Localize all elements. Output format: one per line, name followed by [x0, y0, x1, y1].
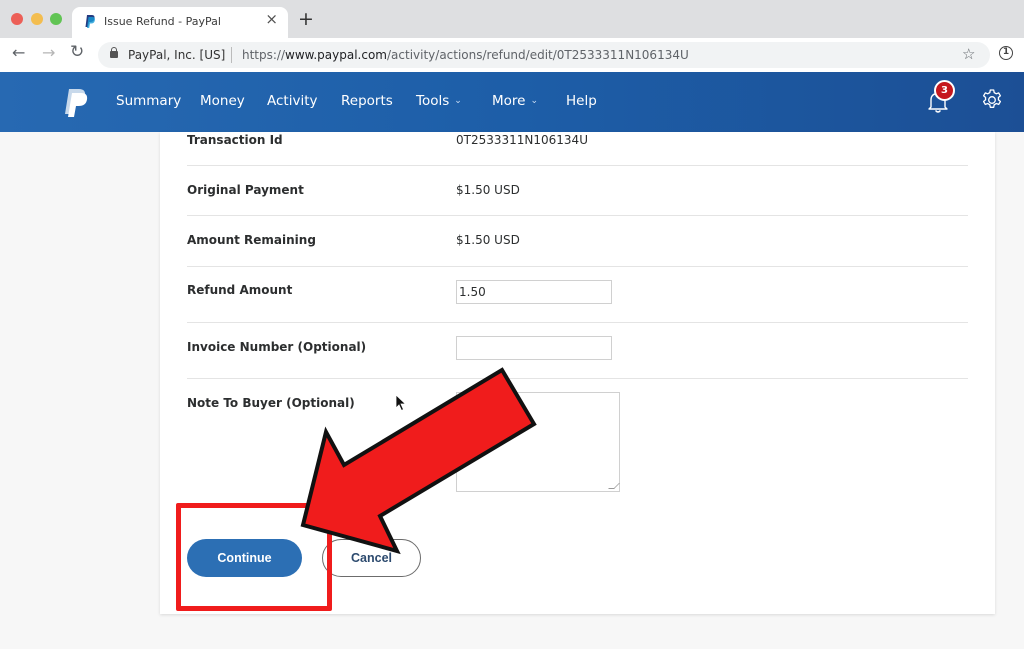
address-separator — [231, 47, 232, 63]
invoice-number-label: Invoice Number (Optional) — [187, 340, 367, 354]
extension-icon[interactable]: 1 — [999, 46, 1013, 60]
url-text: https://www.paypal.com/activity/actions/… — [242, 48, 689, 62]
window-maximize-button[interactable] — [50, 13, 62, 25]
nav-help-label: Help — [566, 93, 597, 109]
nav-money[interactable]: Money — [200, 93, 245, 109]
url-prefix: https:// — [242, 48, 286, 62]
browser-tab-active[interactable]: Issue Refund - PayPal × — [72, 7, 288, 38]
lock-icon — [110, 47, 118, 58]
amount-remaining-value: $1.50 USD — [456, 233, 520, 247]
nav-summary-label: Summary — [116, 93, 182, 109]
paypal-favicon-icon — [85, 15, 95, 28]
browser-tab-bar: Issue Refund - PayPal × + — [0, 0, 1024, 38]
paypal-header: Summary Money Activity Reports Tools ⌄ Mo… — [0, 72, 1024, 132]
nav-help[interactable]: Help — [566, 93, 597, 109]
tab-title: Issue Refund - PayPal — [104, 15, 221, 28]
nav-summary[interactable]: Summary — [116, 93, 181, 109]
nav-tools-label: Tools — [416, 93, 450, 109]
original-payment-row: Original Payment $1.50 USD — [187, 166, 968, 216]
invoice-number-input[interactable] — [456, 336, 612, 360]
refund-amount-input[interactable] — [456, 280, 612, 304]
nav-activity-label: Activity — [267, 93, 318, 109]
continue-button[interactable]: Continue — [187, 539, 302, 577]
note-to-buyer-textarea[interactable] — [456, 392, 620, 492]
bookmark-star-icon[interactable]: ☆ — [962, 45, 975, 63]
reload-icon[interactable]: ↻ — [70, 44, 84, 61]
url-path: /activity/actions/refund/edit/0T2533311N… — [387, 48, 689, 62]
resize-grip-icon[interactable] — [608, 483, 620, 489]
window-minimize-button[interactable] — [31, 13, 43, 25]
tab-close-icon[interactable]: × — [265, 12, 278, 27]
chevron-down-icon: ⌄ — [530, 96, 539, 106]
amount-remaining-label: Amount Remaining — [187, 233, 316, 247]
back-arrow-icon[interactable]: ← — [12, 45, 25, 61]
nav-more-label: More — [492, 93, 526, 109]
site-identity: PayPal, Inc. [US] — [128, 48, 226, 62]
window-close-button[interactable] — [11, 13, 23, 25]
original-payment-value: $1.50 USD — [456, 183, 520, 197]
transaction-id-value: 0T2533311N106134U — [456, 133, 588, 147]
nav-more[interactable]: More ⌄ — [492, 93, 538, 109]
nav-money-label: Money — [200, 93, 245, 109]
refund-amount-label: Refund Amount — [187, 283, 293, 297]
url-host: www.paypal.com — [285, 48, 387, 62]
nav-reports[interactable]: Reports — [341, 93, 393, 109]
amount-remaining-row: Amount Remaining $1.50 USD — [187, 216, 968, 267]
invoice-number-row: Invoice Number (Optional) — [187, 323, 968, 379]
browser-toolbar: ← → ↻ PayPal, Inc. [US] https://www.payp… — [0, 38, 1024, 72]
refund-form-card: Transaction Id 0T2533311N106134U Origina… — [160, 132, 995, 614]
original-payment-label: Original Payment — [187, 183, 304, 197]
chevron-down-icon: ⌄ — [454, 96, 462, 106]
settings-gear-icon[interactable] — [980, 88, 1004, 112]
nav-activity[interactable]: Activity — [267, 93, 318, 109]
mouse-cursor-icon — [395, 394, 407, 412]
cancel-button[interactable]: Cancel — [322, 539, 421, 577]
nav-reports-label: Reports — [341, 93, 393, 109]
refund-amount-row: Refund Amount — [187, 267, 968, 323]
new-tab-icon[interactable]: + — [298, 10, 314, 29]
forward-arrow-icon[interactable]: → — [42, 45, 55, 61]
transaction-id-row: Transaction Id 0T2533311N106134U — [187, 132, 968, 166]
nav-tools[interactable]: Tools ⌄ — [416, 93, 462, 109]
notification-badge[interactable]: 3 — [934, 80, 955, 101]
note-to-buyer-label: Note To Buyer (Optional) — [187, 396, 355, 410]
paypal-logo-icon[interactable] — [64, 88, 88, 118]
address-bar[interactable]: PayPal, Inc. [US] https://www.paypal.com… — [98, 42, 990, 68]
transaction-id-label: Transaction Id — [187, 133, 283, 147]
